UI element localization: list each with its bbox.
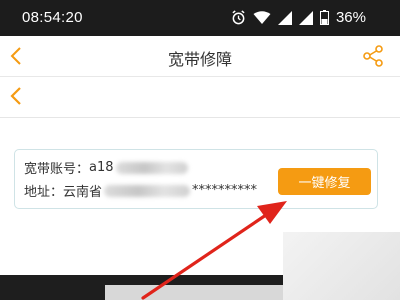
address-masked: ********** bbox=[192, 183, 258, 198]
status-bar: 08:54:20 36% bbox=[0, 0, 400, 36]
watermark-patch bbox=[283, 232, 400, 300]
wifi-icon bbox=[253, 10, 271, 24]
address-line: 地址： 云南省 ********** bbox=[24, 181, 257, 200]
account-label: 宽带账号： bbox=[24, 162, 90, 177]
account-value: a18 bbox=[89, 160, 114, 175]
signal-icon bbox=[277, 10, 292, 25]
page-title: 宽带修障 bbox=[167, 50, 232, 69]
blurred-account-number bbox=[115, 161, 188, 174]
signal-icon bbox=[298, 10, 313, 25]
status-icons: 36% bbox=[231, 9, 366, 26]
address-value: 云南省 bbox=[63, 185, 103, 200]
blurred-address bbox=[104, 184, 191, 197]
share-icon[interactable] bbox=[361, 44, 385, 68]
battery-icon bbox=[319, 10, 329, 25]
account-line: 宽带账号： a18 bbox=[24, 158, 188, 177]
battery-percentage: 36% bbox=[335, 9, 366, 26]
address-label: 地址： bbox=[24, 185, 64, 200]
alarm-icon bbox=[232, 10, 245, 25]
chevron-left-icon[interactable] bbox=[7, 85, 25, 107]
app-bar: 宽带修障 bbox=[0, 36, 400, 77]
one-click-repair-button[interactable]: 一键修复 bbox=[278, 168, 371, 195]
sub-header bbox=[0, 77, 400, 118]
status-time: 08:54:20 bbox=[22, 9, 83, 26]
